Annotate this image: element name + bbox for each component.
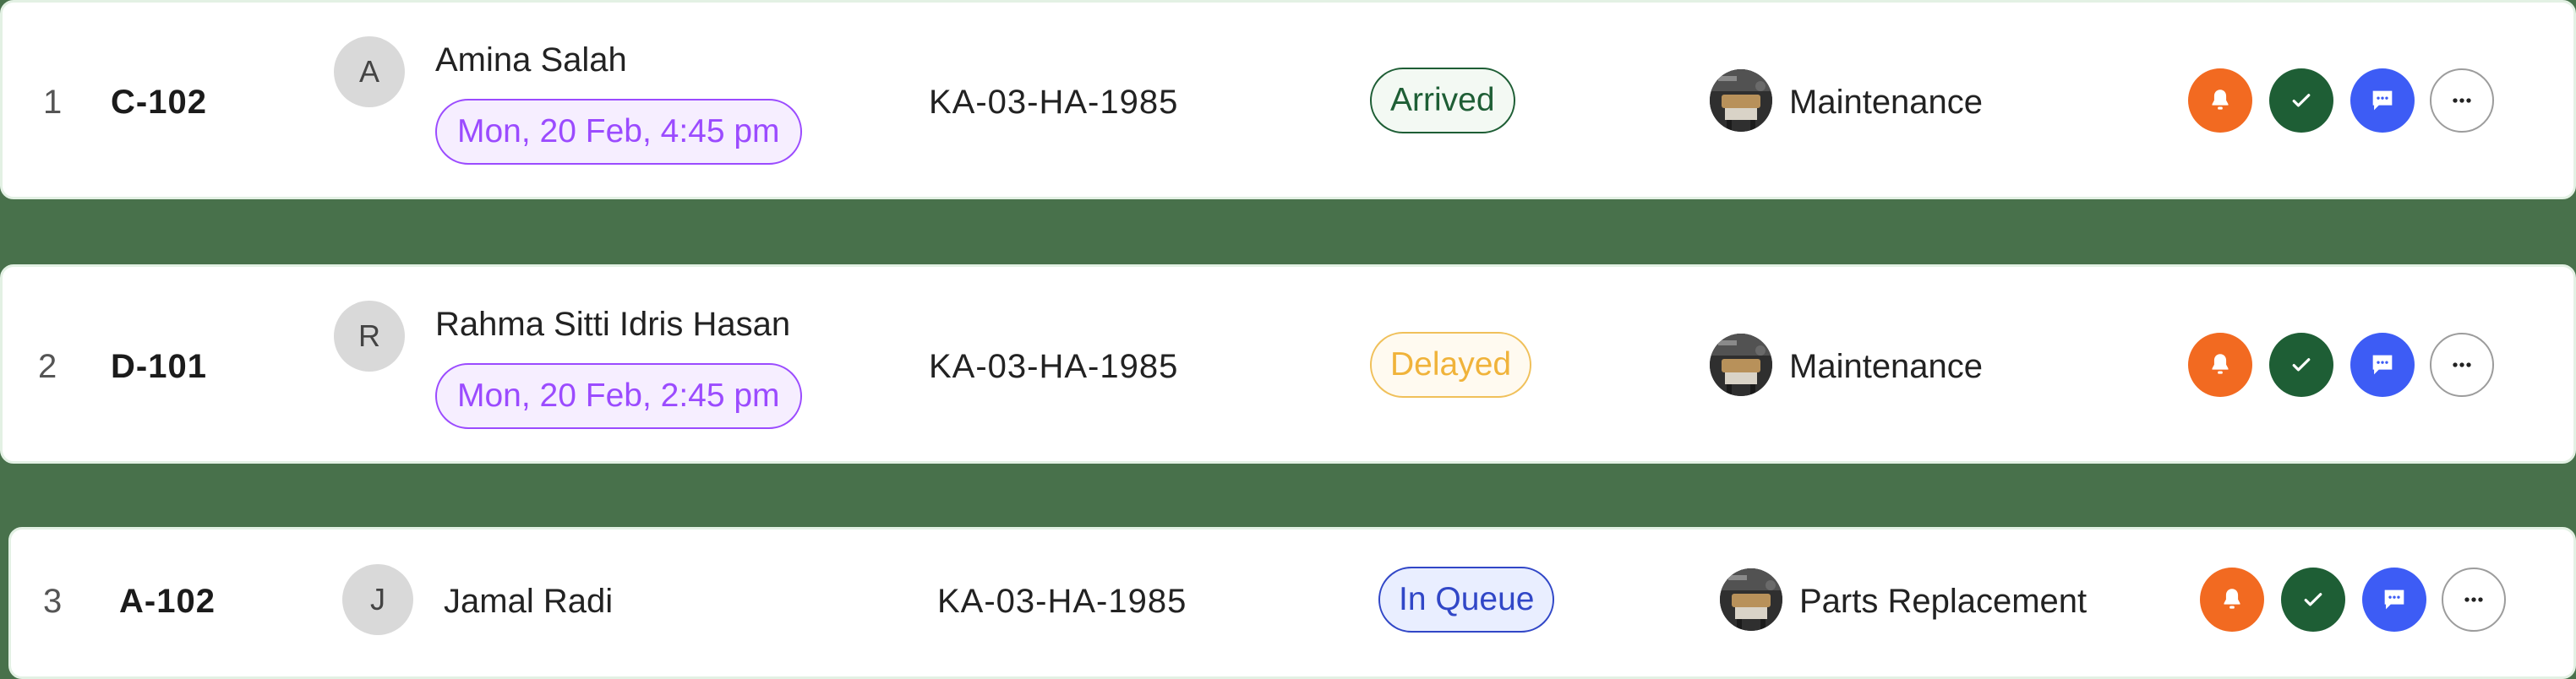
approve-button[interactable]	[2269, 333, 2333, 397]
table-row[interactable]: 2 D-101 R Rahma Sitti Idris Hasan Mon, 2…	[0, 264, 2576, 464]
approve-button[interactable]	[2281, 568, 2345, 632]
message-button[interactable]	[2350, 333, 2415, 397]
chat-icon	[2372, 90, 2393, 111]
bell-icon	[2212, 90, 2229, 110]
vehicle-plate: KA-03-HA-1985	[929, 348, 1179, 385]
table-row[interactable]: 1 C-102 A Amina Salah Mon, 20 Feb, 4:45 …	[0, 0, 2576, 199]
table-row[interactable]: 3 A-102 J Jamal Radi KA-03-HA-1985 In Qu…	[8, 527, 2576, 679]
customer-name: Rahma Sitti Idris Hasan	[435, 306, 791, 343]
appointment-date-badge: Mon, 20 Feb, 2:45 pm	[435, 363, 802, 429]
booking-code: D-101	[111, 348, 207, 385]
status-badge: Delayed	[1370, 332, 1532, 398]
notify-button[interactable]	[2188, 333, 2252, 397]
service-thumbnail	[1710, 334, 1772, 396]
service-thumbnail	[1710, 69, 1772, 132]
check-icon	[2304, 593, 2322, 606]
service-type: Maintenance	[1789, 84, 1984, 121]
message-button[interactable]	[2362, 568, 2426, 632]
more-horizontal-icon	[2464, 597, 2483, 602]
more-button[interactable]	[2430, 333, 2494, 397]
avatar: R	[334, 301, 405, 372]
service-thumbnail	[1720, 568, 1782, 631]
customer-name: Jamal Radi	[444, 583, 614, 620]
avatar: A	[334, 36, 405, 107]
message-button[interactable]	[2350, 68, 2415, 133]
more-button[interactable]	[2430, 68, 2494, 133]
status-badge: Arrived	[1370, 68, 1515, 133]
booking-code: A-102	[119, 583, 216, 620]
approve-button[interactable]	[2269, 68, 2333, 133]
booking-code: C-102	[111, 84, 207, 121]
vehicle-plate: KA-03-HA-1985	[929, 84, 1179, 121]
chat-icon	[2384, 589, 2404, 610]
bell-icon	[2212, 354, 2229, 374]
status-badge: In Queue	[1378, 567, 1555, 633]
service-type: Parts Replacement	[1799, 583, 2088, 620]
row-index: 3	[43, 583, 63, 620]
more-horizontal-icon	[2453, 362, 2471, 367]
check-icon	[2292, 358, 2311, 372]
notify-button[interactable]	[2188, 68, 2252, 133]
bell-icon	[2224, 589, 2240, 609]
chat-icon	[2372, 355, 2393, 375]
avatar: J	[342, 564, 413, 635]
more-button[interactable]	[2442, 568, 2506, 632]
more-horizontal-icon	[2453, 98, 2471, 103]
row-index: 2	[38, 348, 57, 385]
appointment-date-badge: Mon, 20 Feb, 4:45 pm	[435, 99, 802, 165]
customer-name: Amina Salah	[435, 41, 627, 79]
notify-button[interactable]	[2200, 568, 2264, 632]
vehicle-plate: KA-03-HA-1985	[937, 583, 1187, 620]
check-icon	[2292, 94, 2311, 107]
service-type: Maintenance	[1789, 348, 1984, 385]
row-index: 1	[43, 84, 63, 121]
